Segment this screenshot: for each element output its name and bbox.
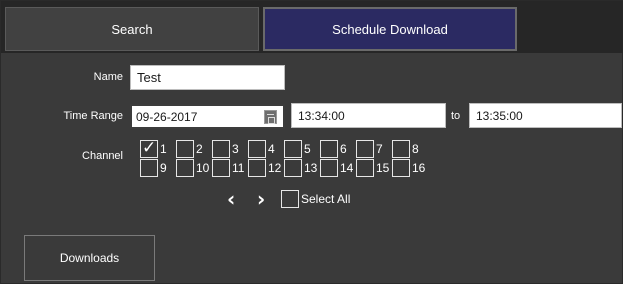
channel-8-checkbox[interactable]: [392, 140, 410, 158]
channel-number-label: 8: [412, 142, 419, 156]
channel-4-checkbox[interactable]: [248, 140, 266, 158]
channel-9-checkbox[interactable]: [140, 159, 158, 177]
channel-number-label: 12: [268, 161, 282, 175]
channel-1-checkbox[interactable]: [140, 138, 158, 158]
date-value: 09-26-2017: [136, 109, 198, 124]
channel-number-label: 2: [196, 142, 203, 156]
tab-schedule-download[interactable]: Schedule Download: [263, 7, 517, 51]
channel-16-checkbox[interactable]: [392, 159, 410, 177]
channel-number-label: 6: [340, 142, 347, 156]
channel-14-checkbox[interactable]: [320, 159, 338, 177]
chevron-right-icon[interactable]: ›: [257, 189, 265, 209]
channel-3-checkbox[interactable]: [212, 140, 230, 158]
channel-12-checkbox[interactable]: [248, 159, 266, 177]
tab-bar: Search Schedule Download: [1, 1, 623, 53]
channel-6-checkbox[interactable]: [320, 140, 338, 158]
end-time-input[interactable]: 13:35:00: [469, 103, 622, 128]
chevron-left-icon[interactable]: ‹: [227, 189, 235, 209]
channel-number-label: 13: [304, 161, 318, 175]
channel-number-label: 10: [196, 161, 210, 175]
channel-11-checkbox[interactable]: [212, 159, 230, 177]
channel-number-label: 4: [268, 142, 275, 156]
channel-2-checkbox[interactable]: [176, 140, 194, 158]
channel-number-label: 3: [232, 142, 239, 156]
select-all-label: Select All: [301, 192, 351, 206]
channel-number-label: 11: [232, 161, 245, 175]
select-all-checkbox[interactable]: [281, 190, 299, 208]
channel-number-label: 16: [412, 161, 426, 175]
calendar-icon[interactable]: [264, 110, 277, 124]
channel-13-checkbox[interactable]: [284, 159, 302, 177]
channel-number-label: 14: [340, 161, 354, 175]
channel-5-checkbox[interactable]: [284, 140, 302, 158]
time-range-label: Time Range: [63, 110, 123, 122]
to-label: to: [451, 110, 461, 122]
channel-number-label: 9: [160, 161, 167, 175]
download-panel: Search Schedule Download Name Test Time …: [0, 0, 623, 284]
channel-number-label: 1: [160, 142, 167, 156]
channel-number-label: 15: [376, 161, 390, 175]
channel-number-label: 5: [304, 142, 311, 156]
date-input[interactable]: 09-26-2017: [130, 104, 285, 129]
downloads-button[interactable]: Downloads: [24, 235, 155, 281]
tab-search[interactable]: Search: [5, 7, 259, 51]
channel-15-checkbox[interactable]: [356, 159, 374, 177]
channel-10-checkbox[interactable]: [176, 159, 194, 177]
name-label: Name: [93, 71, 123, 83]
channel-label: Channel: [82, 150, 123, 162]
channel-7-checkbox[interactable]: [356, 140, 374, 158]
name-input[interactable]: Test: [130, 65, 285, 90]
start-time-input[interactable]: 13:34:00: [291, 103, 446, 128]
channel-number-label: 7: [376, 142, 383, 156]
